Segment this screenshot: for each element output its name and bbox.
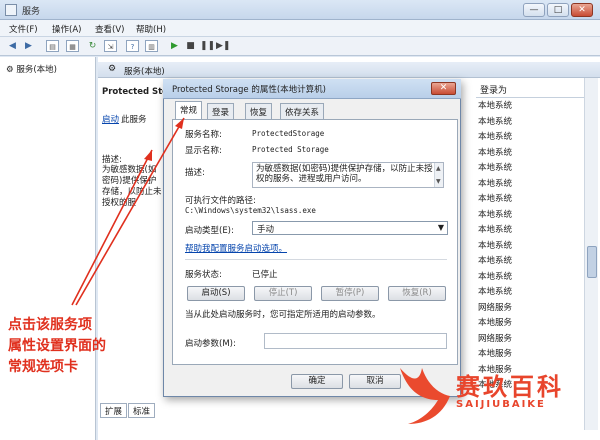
annotation-line: 常规选项卡 [8, 359, 78, 375]
watermark-text: 赛玖百科 [456, 373, 564, 401]
annotation-arrowhead-2 [175, 118, 184, 129]
watermark-logo-icon [400, 368, 450, 424]
annotation-line: 属性设置界面的 [8, 338, 106, 354]
annotation-line: 点击该服务项 [8, 317, 92, 333]
annotation-arrowhead-1 [144, 150, 152, 161]
annotation-arrow-line-1 [71, 149, 153, 306]
watermark-subtext: SAIJIUBAIKE [456, 399, 546, 410]
annotation-text: 点击该服务项 属性设置界面的 常规选项卡 [8, 315, 118, 378]
annotation-arrow-line-2 [75, 117, 185, 306]
